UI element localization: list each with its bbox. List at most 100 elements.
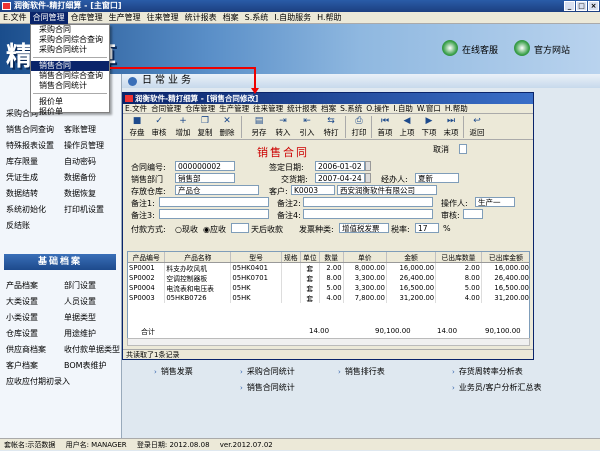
link-sales-ranking[interactable]: › 销售排行表 <box>338 366 385 377</box>
link-salesperson-analysis[interactable]: › 业务员/客户分析汇总表 <box>452 382 542 393</box>
contract-no-field[interactable]: 000000002 <box>175 161 235 171</box>
cell[interactable]: 16,500.00 <box>481 283 529 293</box>
toolbar-first-button[interactable]: ⏮ 首项 <box>375 115 395 139</box>
archive-item[interactable]: 产品档案 <box>6 280 62 291</box>
table-row[interactable]: SP0002 空调控制器板 05HK0701 套 8.00 3,300.00 26,400.… <box>128 273 529 283</box>
pay-receivable-radio[interactable]: ◉应收 <box>203 224 226 235</box>
cell[interactable]: 16,000.00 <box>481 262 529 273</box>
child-menu-item[interactable]: W.窗口 <box>415 104 443 114</box>
menu-reports[interactable]: 统计报表 <box>182 12 220 24</box>
cell[interactable]: 31,200.00 <box>386 293 437 303</box>
menu-accounts[interactable]: 往来管理 <box>144 12 182 24</box>
child-menu-item[interactable]: O.操作 <box>364 104 391 114</box>
customer-code-field[interactable]: K0003 <box>291 185 335 195</box>
sidebar-item[interactable]: 反结账 <box>6 220 62 231</box>
sidebar-item[interactable]: 数据恢复 <box>64 188 120 199</box>
days-field[interactable] <box>231 223 249 233</box>
col-header[interactable]: 已出库数量 <box>435 252 482 263</box>
delivery-date-spinner[interactable] <box>365 173 371 183</box>
cell[interactable]: 05HKB0726 <box>164 293 232 303</box>
cell[interactable]: 8.00 <box>319 273 344 283</box>
note1-field[interactable] <box>159 197 269 207</box>
cell[interactable]: 05HK0401 <box>230 262 282 273</box>
col-header[interactable]: 已出库金额 <box>481 252 529 263</box>
cell[interactable]: 空调控制器板 <box>164 273 232 283</box>
menu-self-service[interactable]: I.自助服务 <box>271 12 314 24</box>
cell[interactable]: 套 <box>300 283 320 293</box>
archive-item[interactable]: 收付款单据类型 <box>64 344 120 355</box>
online-support-link[interactable]: 在线客服 <box>462 43 498 56</box>
cell[interactable]: 16,500.00 <box>386 283 437 293</box>
menu-item-purchase-stats[interactable]: 采购合同统计 <box>31 45 109 55</box>
cell[interactable] <box>281 273 301 283</box>
online-support-icon[interactable] <box>442 40 458 56</box>
cell[interactable]: 26,400.00 <box>481 273 529 283</box>
link-purchase-contract-stats[interactable]: › 采购合同统计 <box>240 366 295 377</box>
cell[interactable]: 2.00 <box>435 262 482 273</box>
menu-item-sales-query[interactable]: 销售合同综合查询 <box>31 71 109 81</box>
toolbar-copy-button[interactable]: ❐ 复制 <box>195 115 215 139</box>
child-menu-item[interactable]: 生产管理 <box>217 104 251 114</box>
menu-help[interactable]: H.帮助 <box>314 12 344 24</box>
cell[interactable]: 5.00 <box>435 283 482 293</box>
child-menu-item[interactable]: 合同管理 <box>149 104 183 114</box>
minimize-button[interactable]: _ <box>564 1 575 11</box>
cell[interactable]: 8.00 <box>435 273 482 283</box>
toolbar-audit-button[interactable]: ✓ 审核 <box>149 115 169 139</box>
manager-field[interactable]: 夏新 <box>415 173 459 183</box>
menu-file[interactable]: E.文件 <box>0 12 30 24</box>
child-menu-item[interactable]: I.自助 <box>391 104 415 114</box>
cell[interactable]: 套 <box>300 273 320 283</box>
archive-item[interactable]: 应收应付期初录入 <box>6 376 70 387</box>
sidebar-item[interactable]: 凭证生成 <box>6 172 62 183</box>
pay-cash-radio[interactable]: ○现收 <box>175 224 198 235</box>
link-sales-invoice[interactable]: › 销售发票 <box>154 366 193 377</box>
child-menu-item[interactable]: 统计报表 <box>285 104 319 114</box>
toolbar-save-button[interactable]: ■ 存盘 <box>127 115 147 139</box>
menu-system[interactable]: S.系统 <box>242 12 272 24</box>
note4-field[interactable] <box>303 209 433 219</box>
col-header[interactable]: 产品编号 <box>128 252 166 263</box>
sidebar-item[interactable]: 操作员管理 <box>64 140 120 151</box>
toolbar-delete-button[interactable]: ✕ 删除 <box>217 115 237 139</box>
cell[interactable]: SP0003 <box>128 293 166 303</box>
toolbar-last-button[interactable]: ⏭ 末项 <box>441 115 461 139</box>
table-row[interactable]: SP0004 电流表和电压表 05HK 套 5.00 3,300.00 16,500.00 5… <box>128 283 529 293</box>
archive-item[interactable]: 小类设置 <box>6 312 62 323</box>
archive-item[interactable]: 客户档案 <box>6 360 62 371</box>
menu-warehouse[interactable]: 仓库管理 <box>68 12 106 24</box>
toolbar-transfer-in-button[interactable]: ⇥ 转入 <box>273 115 293 139</box>
col-header[interactable]: 单价 <box>343 252 388 263</box>
menu-item-quotation[interactable]: 报价单 <box>31 97 109 107</box>
archive-item[interactable]: 仓库设置 <box>6 328 62 339</box>
cell[interactable]: 05HK <box>230 293 282 303</box>
toolbar-print-button[interactable]: ⎙ 打印 <box>349 115 369 139</box>
cell[interactable]: 8,000.00 <box>343 262 388 273</box>
child-menu-item[interactable]: S.系统 <box>338 104 364 114</box>
menu-production[interactable]: 生产管理 <box>106 12 144 24</box>
archive-item[interactable]: BOM表维护 <box>64 360 120 371</box>
archive-item[interactable]: 部门设置 <box>64 280 120 291</box>
archive-item[interactable]: 供应商档案 <box>6 344 62 355</box>
cell[interactable]: 电流表和电压表 <box>164 283 232 293</box>
customer-name-field[interactable]: 西安润衡软件有限公司 <box>337 185 437 195</box>
warehouse-field[interactable]: 产品仓 <box>175 185 259 195</box>
child-menu-item[interactable]: 仓库管理 <box>183 104 217 114</box>
cell[interactable]: 5.00 <box>319 283 344 293</box>
operator-field[interactable]: 生产一 <box>475 197 515 207</box>
sidebar-item[interactable]: 客账管理 <box>64 124 120 135</box>
sidebar-item[interactable]: 数据备份 <box>64 172 120 183</box>
child-menu-item[interactable]: 档案 <box>319 104 338 114</box>
menu-contract[interactable]: 合同管理 <box>29 12 68 24</box>
cancel-checkbox[interactable] <box>459 144 467 154</box>
menu-item-sales-stats[interactable]: 销售合同统计 <box>31 81 109 91</box>
toolbar-add-button[interactable]: + 增加 <box>173 115 193 139</box>
col-header[interactable]: 产品名称 <box>164 252 232 263</box>
cell[interactable] <box>281 262 301 273</box>
toolbar-back-button[interactable]: ↩ 返回 <box>467 115 487 139</box>
sidebar-item[interactable]: 自动密码 <box>64 156 120 167</box>
archive-item[interactable]: 大类设置 <box>6 296 62 307</box>
cell[interactable]: 2.00 <box>319 262 344 273</box>
col-header[interactable]: 型号 <box>230 252 282 263</box>
link-sales-contract-stats[interactable]: › 销售合同统计 <box>240 382 295 393</box>
